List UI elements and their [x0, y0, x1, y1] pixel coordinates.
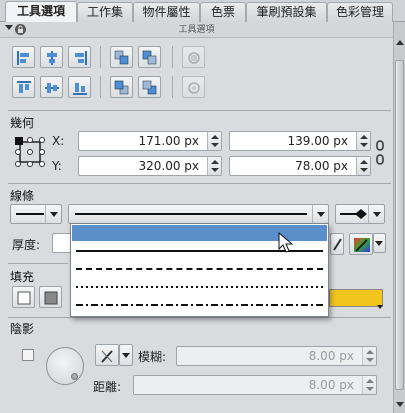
line-style-preview: [75, 213, 307, 215]
blur-value: 8.00 px: [308, 349, 354, 363]
tab-tool-options[interactable]: 工具選項: [5, 1, 77, 22]
width-field[interactable]: 139.00 px: [229, 131, 371, 151]
scroll-down-icon[interactable]: [396, 402, 404, 407]
group-button[interactable]: [182, 46, 205, 68]
geometry-label: 幾何: [10, 116, 35, 130]
tab-color-management[interactable]: 色彩管理: [327, 2, 393, 22]
line-style-dashdot-option[interactable]: [72, 297, 327, 313]
blur-spinbox[interactable]: [362, 347, 376, 365]
align-vcenter-button[interactable]: [40, 76, 63, 98]
scrollbar-thumb[interactable]: [395, 60, 404, 390]
y-position-value: 320.00 px: [138, 159, 199, 173]
section-divider: [8, 263, 68, 264]
section-divider: [8, 317, 391, 318]
y-label: Y:: [52, 159, 62, 173]
toolbar-separator: [172, 76, 173, 98]
toolbar-separator: [172, 46, 173, 68]
docker-title: 工具選項: [178, 25, 215, 35]
blur-label: 模糊:: [138, 350, 167, 364]
chevron-down-icon: [122, 353, 130, 358]
x-label: X:: [52, 134, 65, 148]
thickness-label: 厚度:: [12, 238, 41, 252]
shadow-label: 陰影: [10, 322, 35, 336]
shadow-angle-dial[interactable]: [46, 347, 84, 385]
chain-link-icon[interactable]: [375, 140, 385, 166]
send-backward-button[interactable]: [110, 76, 133, 98]
y-position-field[interactable]: 320.00 px: [78, 156, 222, 176]
send-to-back-button[interactable]: [138, 76, 161, 98]
distance-label: 距離:: [93, 380, 122, 394]
x-position-value: 171.00 px: [138, 134, 199, 148]
ungroup-button[interactable]: [182, 76, 205, 98]
distance-field[interactable]: 8.00 px: [133, 375, 377, 395]
chevron-down-icon[interactable]: [377, 305, 383, 309]
chevron-down-icon: [317, 212, 325, 217]
shadow-enable-checkbox[interactable]: [22, 349, 34, 361]
solid-fill-button[interactable]: [39, 286, 62, 308]
shadow-color-button[interactable]: [95, 344, 119, 366]
align-left-button[interactable]: [12, 46, 35, 68]
align-right-button[interactable]: [68, 46, 91, 68]
distance-value: 8.00 px: [308, 378, 354, 392]
height-value: 78.00 px: [295, 159, 348, 173]
fill-gradient-swatch[interactable]: [329, 289, 383, 307]
x-position-field[interactable]: 171.00 px: [78, 131, 222, 151]
y-spinbox[interactable]: [207, 157, 221, 175]
section-divider: [8, 183, 391, 184]
tab-workspace[interactable]: 工作集: [77, 2, 133, 22]
scroll-up-icon[interactable]: [396, 40, 404, 45]
width-value: 139.00 px: [287, 134, 348, 148]
blur-field[interactable]: 8.00 px: [176, 346, 377, 366]
chevron-down-icon: [373, 212, 381, 217]
stroke-color-button[interactable]: [330, 233, 344, 255]
bring-to-front-button[interactable]: [138, 46, 161, 68]
height-field[interactable]: 78.00 px: [229, 156, 371, 176]
align-top-button[interactable]: [12, 76, 35, 98]
no-fill-button[interactable]: [12, 286, 35, 308]
chevron-down-icon: [50, 212, 58, 217]
section-divider: [8, 110, 391, 111]
tab-brush-presets[interactable]: 筆刷預設集: [246, 2, 327, 22]
line-end-combo[interactable]: [335, 204, 385, 224]
x-spinbox[interactable]: [207, 132, 221, 150]
toolbar-separator: [100, 46, 101, 68]
stroke-label: 線條: [10, 189, 35, 203]
align-hcenter-button[interactable]: [40, 46, 63, 68]
shadow-color-menu[interactable]: [119, 344, 133, 366]
line-style-combo[interactable]: [68, 204, 329, 224]
thickness-field[interactable]: [52, 233, 72, 253]
align-bottom-button[interactable]: [68, 76, 91, 98]
tab-swatches[interactable]: 色票: [200, 2, 246, 22]
chevron-down-icon: [375, 241, 383, 246]
tab-object-properties[interactable]: 物件屬性: [133, 2, 200, 22]
height-spinbox[interactable]: [356, 157, 370, 175]
anchor-point-icon[interactable]: [14, 136, 46, 168]
line-style-dash-option[interactable]: [72, 261, 327, 277]
stroke-type-combo[interactable]: [10, 204, 62, 224]
width-spinbox[interactable]: [356, 132, 370, 150]
arrowhead-icon: [340, 209, 367, 219]
bring-forward-button[interactable]: [110, 46, 133, 68]
stroke-gradient-menu[interactable]: [373, 233, 386, 253]
distance-spinbox[interactable]: [362, 376, 376, 394]
stroke-gradient-button[interactable]: [349, 233, 373, 255]
line-style-dot-option[interactable]: [72, 279, 327, 295]
solid-line-icon: [16, 213, 44, 215]
fill-label: 填充: [10, 270, 35, 284]
toolbar-separator: [100, 76, 101, 98]
mouse-cursor-icon: [278, 231, 294, 254]
